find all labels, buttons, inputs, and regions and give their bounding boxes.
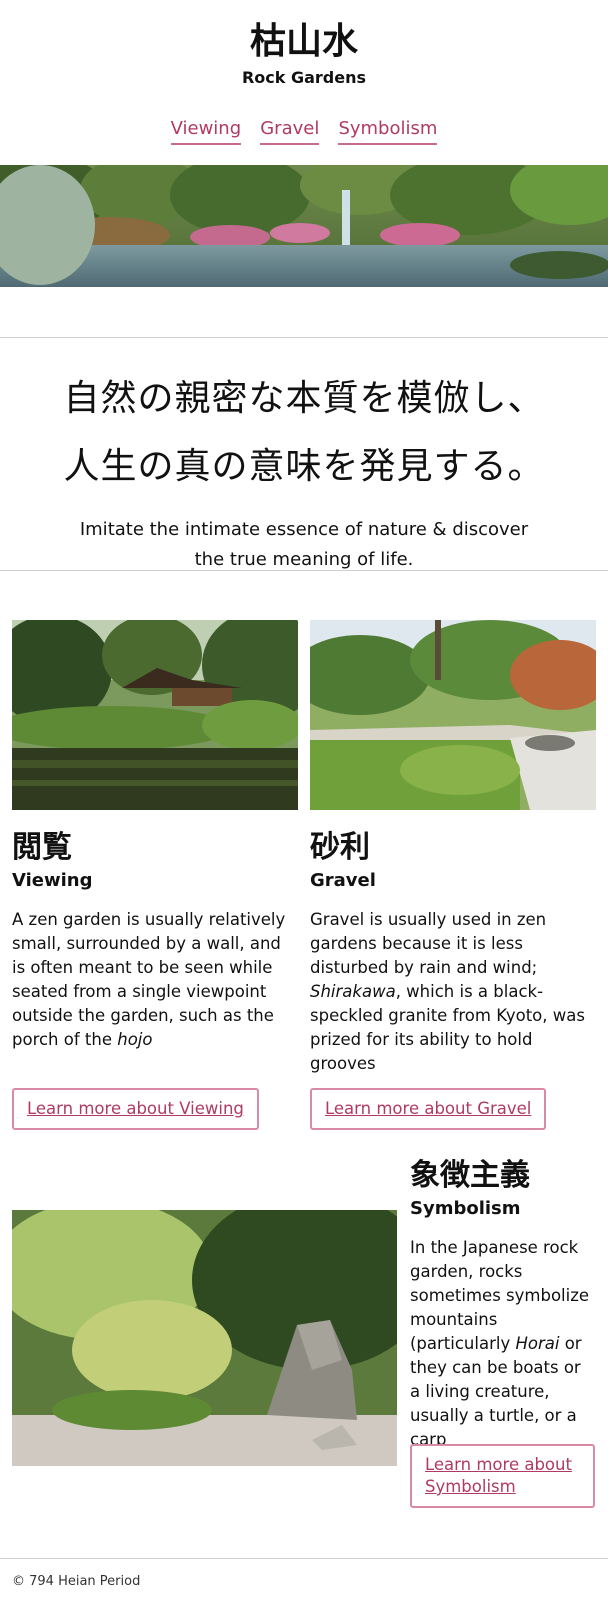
nav-link-viewing[interactable]: Viewing xyxy=(170,118,242,145)
card-gravel: 砂利 Gravel Gravel is usually used in zen … xyxy=(310,620,596,1076)
nav-link-gravel[interactable]: Gravel xyxy=(260,118,320,145)
gravel-text-a: Gravel is usually used in zen gardens be… xyxy=(310,910,547,977)
gravel-text: Gravel is usually used in zen gardens be… xyxy=(310,908,596,1076)
viewing-photo xyxy=(12,620,298,810)
gravel-title-jp: 砂利 xyxy=(310,830,370,865)
footer-text: © 794 Heian Period xyxy=(12,1574,141,1589)
viewing-text-a: A zen garden is usually relatively small… xyxy=(12,910,286,1049)
site-header: 枯山水 Rock Gardens xyxy=(0,18,608,90)
tagline-jp: 自然の親密な本質を模倣し、 人生の真の意味を発見する。 xyxy=(63,378,545,487)
site-title-en: Rock Gardens xyxy=(241,68,367,87)
gravel-text-em: Shirakawa xyxy=(310,982,396,1001)
viewing-title-en: Viewing xyxy=(12,870,93,891)
viewing-text: A zen garden is usually relatively small… xyxy=(12,908,298,1052)
gravel-garden-illustration xyxy=(310,620,596,810)
divider-bottom xyxy=(0,570,608,571)
divider-footer xyxy=(0,1558,608,1559)
tagline-en: Imitate the intimate essence of nature &… xyxy=(79,519,529,570)
learn-more-gravel-button[interactable]: Learn more about Gravel xyxy=(310,1088,547,1130)
symbolism-title-en: Symbolism xyxy=(410,1198,521,1219)
learn-more-symbolism-button[interactable]: Learn more about Symbolism xyxy=(410,1444,595,1508)
main-nav: Viewing Gravel Symbolism xyxy=(0,118,608,145)
gravel-photo xyxy=(310,620,596,810)
viewing-text-em: hojo xyxy=(117,1030,153,1049)
card-viewing: 閲覧 Viewing A zen garden is usually relat… xyxy=(12,620,298,1052)
hero-pond-illustration xyxy=(0,165,608,287)
viewing-pavilion-illustration xyxy=(12,620,298,810)
tagline: 自然の親密な本質を模倣し、 人生の真の意味を発見する。 Imitate the … xyxy=(0,365,608,575)
gravel-title-en: Gravel xyxy=(310,870,376,891)
symbolism-rock-illustration xyxy=(12,1210,397,1466)
divider-top xyxy=(0,337,608,338)
symbolism-text: In the Japanese rock garden, rocks somet… xyxy=(410,1236,596,1452)
card-symbolism: 象徴主義 Symbolism In the Japanese rock gard… xyxy=(410,1156,596,1452)
nav-link-symbolism[interactable]: Symbolism xyxy=(338,118,438,145)
symbolism-title-jp: 象徴主義 xyxy=(410,1158,530,1193)
learn-more-viewing-button[interactable]: Learn more about Viewing xyxy=(12,1088,259,1130)
viewing-title-jp: 閲覧 xyxy=(12,830,72,865)
site-title-jp: 枯山水 xyxy=(249,21,358,62)
hero-image xyxy=(0,165,608,287)
symbolism-text-em: Horai xyxy=(515,1334,560,1353)
symbolism-photo xyxy=(12,1210,397,1466)
